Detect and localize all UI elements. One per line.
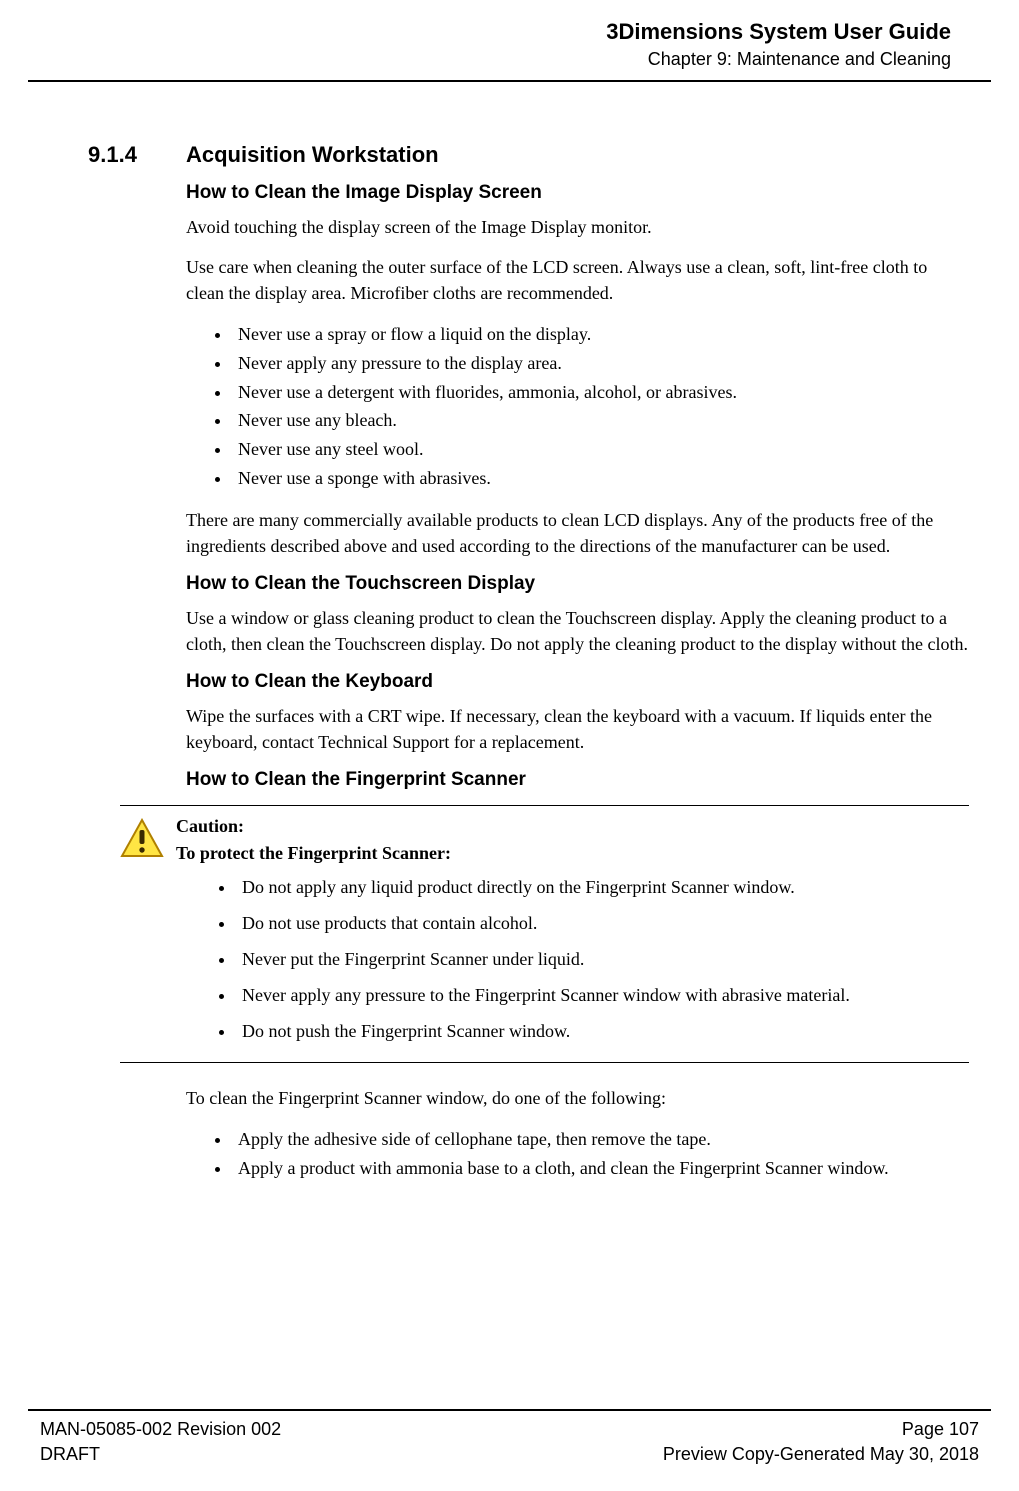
body: How to Clean the Image Display Screen Av… (186, 182, 969, 1183)
page-footer: MAN-05085-002 Revision 002 DRAFT Page 10… (28, 1409, 991, 1467)
list-item: Do not apply any liquid product directly… (236, 874, 969, 902)
caution-icon (120, 818, 164, 863)
page-header: 3Dimensions System User Guide Chapter 9:… (28, 0, 991, 82)
list-item: Never use any bleach. (232, 406, 969, 435)
list-item: Never use a detergent with fluorides, am… (232, 378, 969, 407)
paragraph: To clean the Fingerprint Scanner window,… (186, 1085, 969, 1111)
caution-label: Caution: (176, 816, 969, 837)
doc-id: MAN-05085-002 Revision 002 (40, 1417, 281, 1442)
subheading-keyboard: How to Clean the Keyboard (186, 671, 969, 693)
list-item: Do not use products that contain alcohol… (236, 910, 969, 938)
subheading-display-screen: How to Clean the Image Display Screen (186, 182, 969, 204)
chapter-title: Chapter 9: Maintenance and Cleaning (68, 47, 951, 72)
caution-block: Caution: To protect the Fingerprint Scan… (120, 805, 969, 1062)
caution-text: Caution: To protect the Fingerprint Scan… (176, 816, 969, 1053)
content: 9.1.4 Acquisition Workstation How to Cle… (0, 82, 1019, 1217)
list-item: Never apply any pressure to the Fingerpr… (236, 982, 969, 1010)
bullet-list: Apply the adhesive side of cellophane ta… (232, 1125, 969, 1183)
footer-left: MAN-05085-002 Revision 002 DRAFT (40, 1417, 281, 1467)
generated-date: Preview Copy-Generated May 30, 2018 (663, 1442, 979, 1467)
list-item: Never apply any pressure to the display … (232, 349, 969, 378)
list-item: Never put the Fingerprint Scanner under … (236, 946, 969, 974)
paragraph: There are many commercially available pr… (186, 507, 969, 559)
paragraph: Use a window or glass cleaning product t… (186, 605, 969, 657)
paragraph: Use care when cleaning the outer surface… (186, 254, 969, 306)
list-item: Never use a sponge with abrasives. (232, 464, 969, 493)
list-item: Apply the adhesive side of cellophane ta… (232, 1125, 969, 1154)
caution-bullet-list: Do not apply any liquid product directly… (236, 874, 969, 1045)
paragraph: Avoid touching the display screen of the… (186, 214, 969, 240)
section-title: Acquisition Workstation (186, 142, 439, 168)
section-heading-row: 9.1.4 Acquisition Workstation (88, 142, 969, 168)
bullet-list: Never use a spray or flow a liquid on th… (232, 320, 969, 493)
page-number: Page 107 (663, 1417, 979, 1442)
section-number: 9.1.4 (88, 142, 156, 168)
doc-title: 3Dimensions System User Guide (68, 18, 951, 47)
subheading-touchscreen: How to Clean the Touchscreen Display (186, 573, 969, 595)
list-item: Do not push the Fingerprint Scanner wind… (236, 1018, 969, 1046)
list-item: Apply a product with ammonia base to a c… (232, 1154, 969, 1183)
subheading-fingerprint: How to Clean the Fingerprint Scanner (186, 769, 969, 791)
list-item: Never use any steel wool. (232, 435, 969, 464)
caution-subtitle: To protect the Fingerprint Scanner: (176, 843, 969, 864)
draft-label: DRAFT (40, 1442, 281, 1467)
footer-right: Page 107 Preview Copy-Generated May 30, … (663, 1417, 979, 1467)
list-item: Never use a spray or flow a liquid on th… (232, 320, 969, 349)
paragraph: Wipe the surfaces with a CRT wipe. If ne… (186, 703, 969, 755)
